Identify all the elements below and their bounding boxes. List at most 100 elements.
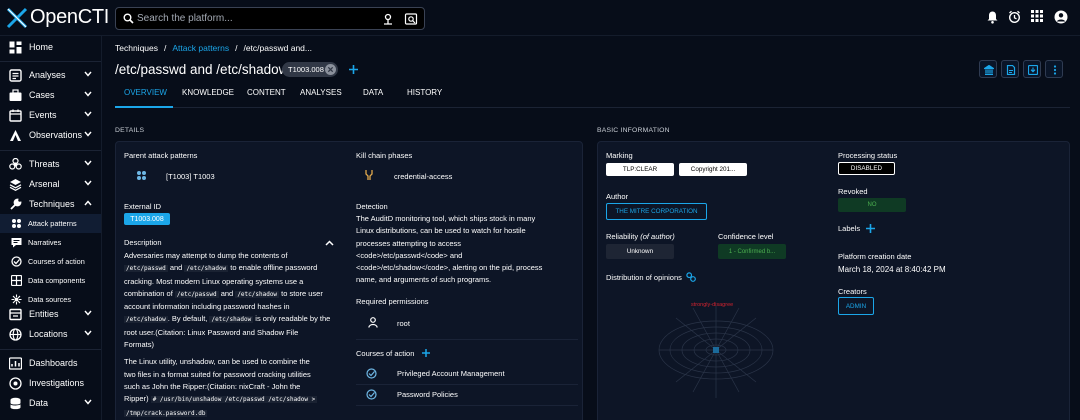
narrative-icon: [11, 238, 22, 248]
sidebar-item-data[interactable]: Data: [0, 394, 101, 413]
search-input[interactable]: [137, 10, 367, 27]
row-divider: [356, 339, 578, 340]
tab-overview[interactable]: OVERVIEW: [124, 88, 167, 97]
opinions-radar-chart: [658, 306, 774, 398]
dashboard-icon: [9, 41, 22, 54]
sidebar-item-techniques[interactable]: Techniques: [0, 195, 101, 214]
sidebar-item-label: Home: [29, 42, 54, 52]
breadcrumb-current: /etc/passwd and...: [243, 43, 312, 53]
sidebar-item-label: Cases: [29, 90, 55, 100]
processing-status-chip: DISABLED: [838, 162, 895, 175]
marking-chip[interactable]: Copyright 201...: [679, 163, 747, 176]
sidebar-item-home[interactable]: Home: [0, 38, 101, 57]
permission-row: root: [356, 312, 578, 334]
sidebar-item-attack-patterns[interactable]: Attack patterns: [0, 214, 101, 233]
desc-fragment: and: [167, 263, 185, 273]
briefcase-icon: [9, 89, 22, 101]
data-source-icon: [11, 294, 22, 305]
confidence-label: Confidence level: [718, 232, 774, 241]
tab-content[interactable]: CONTENT: [247, 88, 286, 97]
page-title: /etc/passwd and /etc/shadow: [115, 62, 289, 77]
sidebar-item-courses-of-action[interactable]: Courses of action: [0, 252, 101, 271]
creator-chip[interactable]: ADMIN: [838, 297, 874, 315]
sidebar: Home Analyses Cases Events Observations …: [0, 36, 102, 420]
layers-icon: [9, 179, 22, 191]
more-actions-button[interactable]: [1045, 60, 1063, 78]
threat-intel-button[interactable]: [979, 60, 997, 78]
sidebar-item-events[interactable]: Events: [0, 106, 101, 125]
sidebar-item-dashboards[interactable]: Dashboards: [0, 354, 101, 373]
chevron-down-icon: [84, 180, 92, 186]
add-course-icon[interactable]: [422, 349, 430, 357]
sidebar-item-entities[interactable]: Entities: [0, 305, 101, 324]
sidebar-item-cases[interactable]: Cases: [0, 86, 101, 105]
course-of-action-icon: [11, 256, 22, 267]
details-panel: Parent attack patterns [T1003] T1003 Ext…: [115, 141, 583, 420]
wrench-icon: [10, 198, 22, 210]
sidebar-item-narratives[interactable]: Narratives: [0, 233, 101, 252]
download-icon: [1028, 65, 1038, 75]
breadcrumb-techniques[interactable]: Techniques: [115, 43, 158, 53]
sidebar-item-locations[interactable]: Locations: [0, 325, 101, 344]
investigation-icon: [9, 377, 22, 390]
chevron-up-icon[interactable]: [325, 240, 334, 246]
attack-pattern-icon: [137, 171, 146, 180]
desc-line: combination of /etc/passwd and /etc/shad…: [124, 288, 349, 301]
tab-history[interactable]: HISTORY: [407, 88, 442, 97]
sidebar-item-label: Data components: [28, 276, 86, 285]
chevron-up-icon: [84, 200, 92, 206]
notifications-icon[interactable]: [986, 10, 999, 24]
sidebar-item-label: Techniques: [29, 199, 75, 209]
filtered-search-icon[interactable]: [404, 12, 418, 26]
add-alias-icon[interactable]: [349, 65, 358, 74]
parent-attack-pattern-row[interactable]: [T1003] T1003: [124, 164, 346, 186]
kill-chain-label: Kill chain phases: [356, 151, 413, 160]
calendar-icon: [9, 109, 22, 122]
external-id-badge: T1003.008: [124, 213, 170, 225]
desc-line: two files in a format suited for passwor…: [124, 369, 311, 379]
chevron-down-icon: [84, 71, 92, 77]
bulk-search-icon[interactable]: [381, 12, 395, 26]
export-pdf-button[interactable]: [1001, 60, 1019, 78]
author-chip[interactable]: THE MITRE CORPORATION: [606, 203, 707, 220]
chevron-down-icon: [84, 399, 92, 405]
account-icon[interactable]: [1054, 10, 1068, 24]
kill-chain-row[interactable]: credential-access: [356, 164, 578, 186]
sidebar-item-data-components[interactable]: Data components: [0, 271, 101, 290]
breadcrumb-separator: /: [235, 43, 238, 53]
breadcrumb-attack-patterns[interactable]: Attack patterns: [172, 43, 229, 53]
sidebar-item-observations[interactable]: Observations: [0, 126, 101, 145]
author-label: Author: [606, 192, 629, 201]
add-label-icon[interactable]: [866, 224, 875, 233]
desc-line: account information including password h…: [124, 302, 290, 312]
logo[interactable]: OpenCTI: [6, 6, 109, 29]
search-bar[interactable]: [115, 7, 425, 30]
alarm-clock-icon[interactable]: [1008, 10, 1021, 24]
dashboards-icon: [9, 357, 22, 370]
tab-knowledge[interactable]: KNOWLEDGE: [182, 88, 234, 97]
opinion-action-icon[interactable]: [686, 272, 696, 282]
external-id-chip[interactable]: T1003.008: [282, 62, 338, 77]
revoked-chip: NO: [838, 198, 906, 212]
sidebar-item-label: Events: [29, 110, 57, 120]
sidebar-item-analyses[interactable]: Analyses: [0, 66, 101, 85]
export-button[interactable]: [1023, 60, 1041, 78]
tab-analyses[interactable]: ANALYSES: [300, 88, 342, 97]
course-row[interactable]: Privileged Account Management: [356, 364, 578, 384]
marking-chip[interactable]: TLP:CLEAR: [606, 163, 674, 176]
sidebar-item-arsenal[interactable]: Arsenal: [0, 175, 101, 194]
apps-grid-icon[interactable]: [1031, 10, 1043, 22]
lock-pattern-icon: [12, 219, 21, 228]
details-heading: DETAILS: [115, 127, 145, 134]
sidebar-item-investigations[interactable]: Investigations: [0, 374, 101, 393]
tab-data[interactable]: DATA: [363, 88, 383, 97]
sidebar-item-threats[interactable]: Threats: [0, 155, 101, 174]
detection-label: Detection: [356, 202, 388, 211]
desc-line: root user.(Citation: Linux Password and …: [124, 327, 299, 337]
course-name: Privileged Account Management: [397, 369, 505, 378]
course-of-action-icon: [366, 389, 377, 400]
inline-code: /etc/passwd: [174, 290, 219, 298]
course-row[interactable]: Password Policies: [356, 385, 578, 405]
detection-text: The AuditD monitoring tool, which ships …: [356, 213, 578, 287]
close-icon[interactable]: [325, 64, 336, 75]
